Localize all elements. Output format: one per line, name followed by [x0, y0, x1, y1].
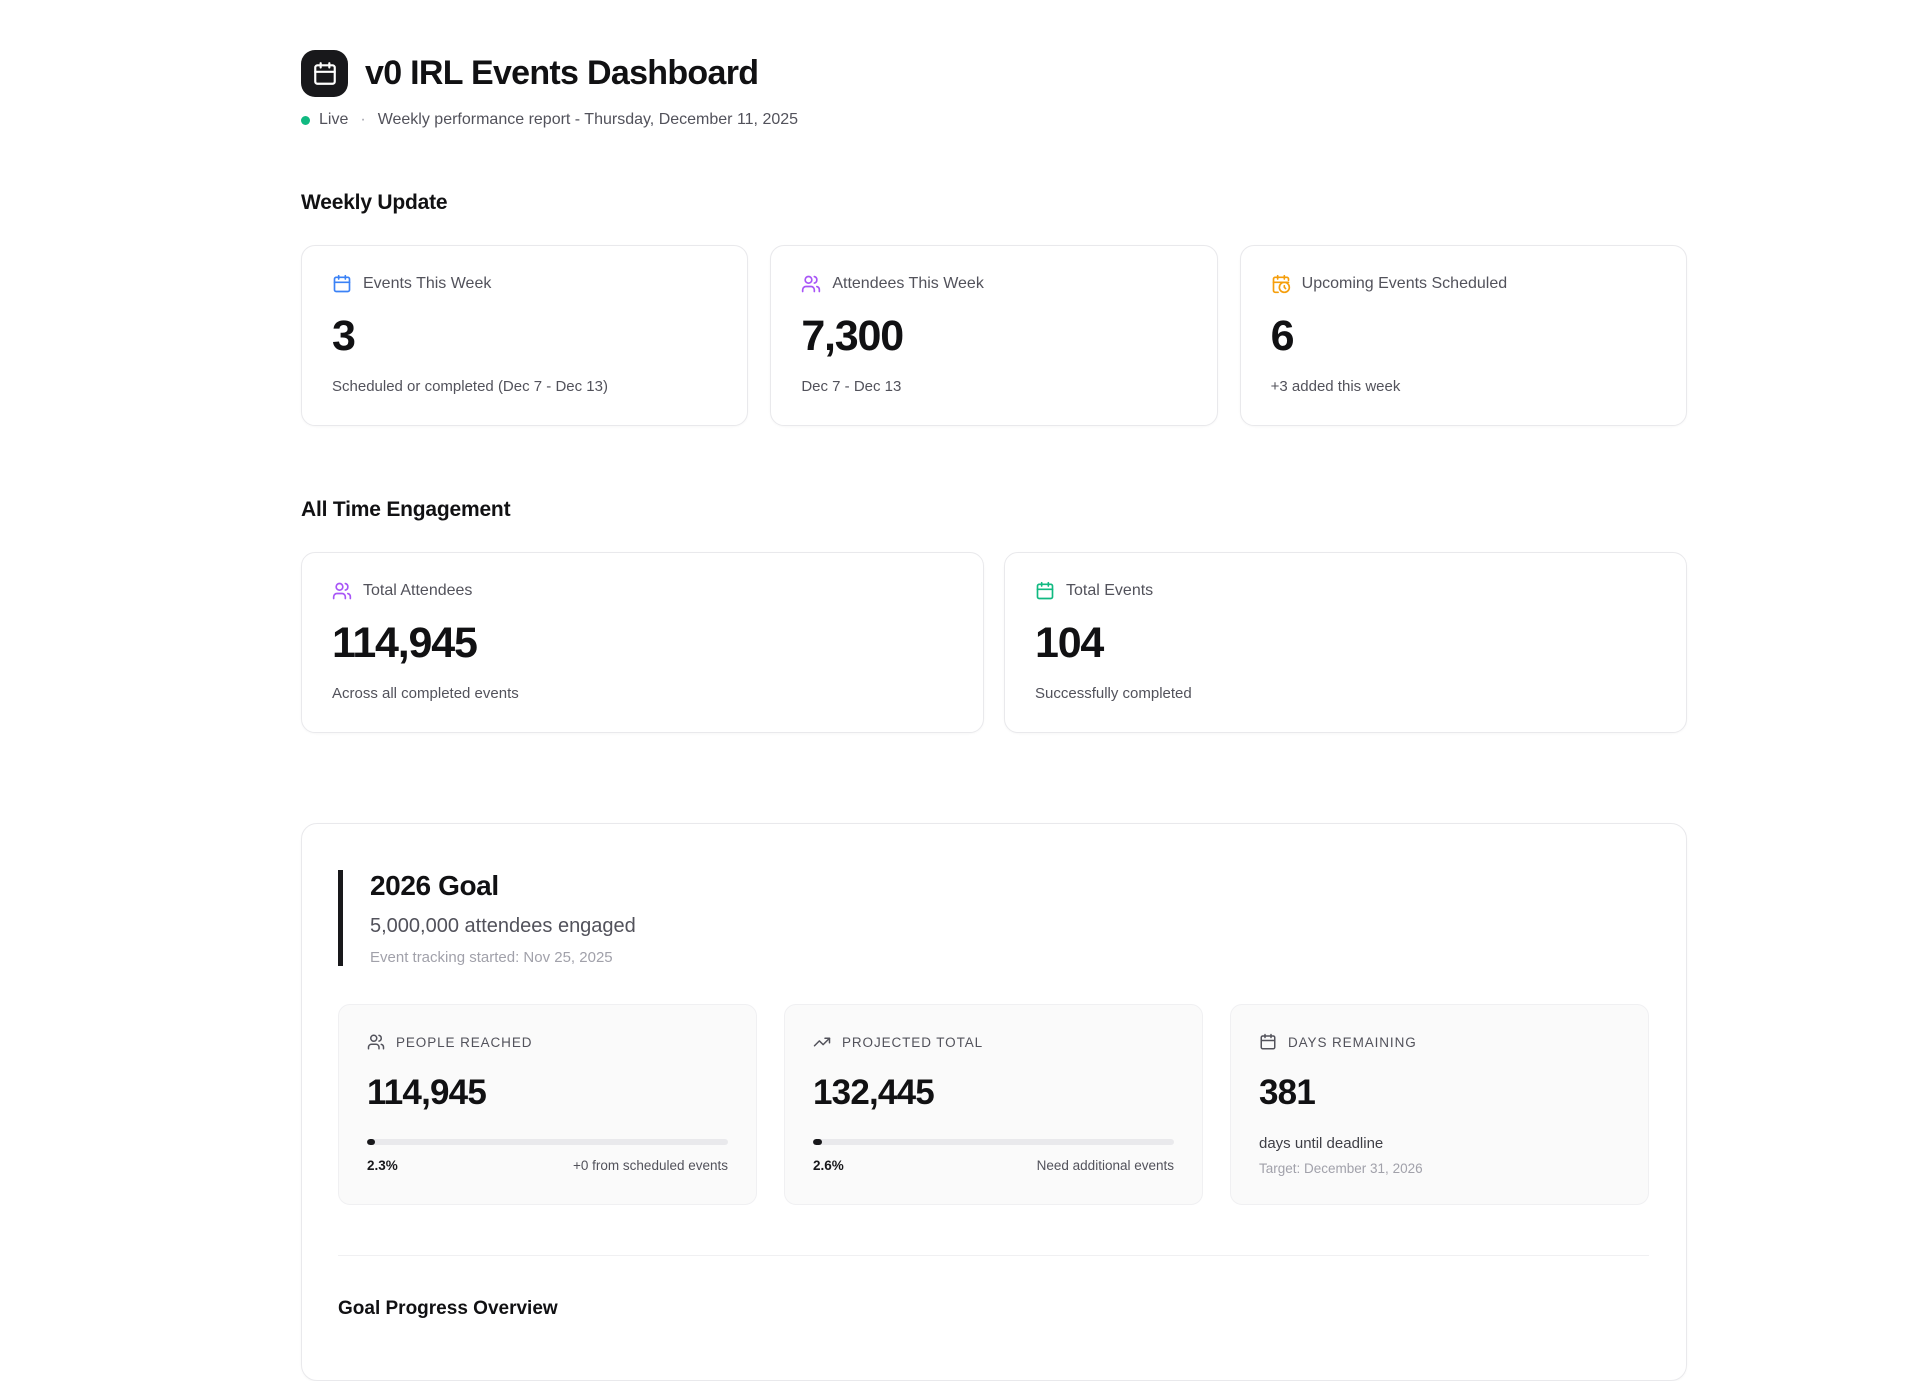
all-time-cards-grid: Total Attendees 114,945 Across all compl… — [301, 552, 1687, 733]
metric-label-row: PEOPLE REACHED — [367, 1033, 728, 1051]
status-line: Live · Weekly performance report - Thurs… — [301, 111, 1687, 129]
trending-up-icon — [813, 1033, 831, 1051]
stat-card-attendees-this-week: Attendees This Week 7,300 Dec 7 - Dec 13 — [770, 245, 1217, 426]
card-label-row: Total Events — [1035, 581, 1656, 601]
progress-fill — [813, 1139, 822, 1145]
card-subtext: Across all completed events — [332, 685, 953, 702]
progress-fill — [367, 1139, 375, 1145]
metric-label-row: PROJECTED TOTAL — [813, 1033, 1174, 1051]
calendar-icon — [1035, 581, 1055, 601]
progress-bar — [367, 1139, 728, 1145]
page-title: v0 IRL Events Dashboard — [365, 54, 758, 93]
card-label-row: Total Attendees — [332, 581, 953, 601]
card-label-row: Attendees This Week — [801, 274, 1186, 294]
card-value: 7,300 — [801, 312, 1186, 361]
users-icon — [367, 1033, 385, 1051]
progress-note: Need additional events — [1037, 1158, 1174, 1173]
live-status-dot — [301, 116, 310, 125]
metric-card-days-remaining: DAYS REMAINING 381 days until deadline T… — [1230, 1004, 1649, 1205]
metric-value: 132,445 — [813, 1073, 1174, 1113]
card-label: Events This Week — [363, 275, 491, 293]
metric-label: PEOPLE REACHED — [396, 1035, 532, 1050]
metric-label-row: DAYS REMAINING — [1259, 1033, 1620, 1051]
card-subtext: Scheduled or completed (Dec 7 - Dec 13) — [332, 378, 717, 395]
card-label: Total Events — [1066, 582, 1153, 600]
stat-card-events-this-week: Events This Week 3 Scheduled or complete… — [301, 245, 748, 426]
goal-divider — [338, 1255, 1649, 1256]
app-header: v0 IRL Events Dashboard — [301, 50, 1687, 97]
calendar-icon — [332, 274, 352, 294]
goal-title: 2026 Goal — [370, 870, 1649, 902]
section-weekly-update: Weekly Update Events This Week 3 Schedul… — [301, 191, 1687, 426]
progress-row: 2.3% +0 from scheduled events — [367, 1158, 728, 1173]
calendar-icon — [1259, 1033, 1277, 1051]
goal-tracking-line: Event tracking started: Nov 25, 2025 — [370, 949, 1649, 966]
metric-label: DAYS REMAINING — [1288, 1035, 1417, 1050]
metric-card-people-reached: PEOPLE REACHED 114,945 2.3% +0 from sche… — [338, 1004, 757, 1205]
card-label-row: Events This Week — [332, 274, 717, 294]
progress-percent-label: 2.3% — [367, 1158, 398, 1173]
calendar-icon — [312, 61, 338, 87]
goal-header: 2026 Goal 5,000,000 attendees engaged Ev… — [338, 870, 1649, 966]
live-status-label: Live — [319, 111, 348, 129]
metric-subtext: days until deadline — [1259, 1135, 1620, 1152]
card-value: 6 — [1271, 312, 1656, 361]
stat-card-total-events: Total Events 104 Successfully completed — [1004, 552, 1687, 733]
goal-target-line: 5,000,000 attendees engaged — [370, 915, 1649, 938]
card-value: 104 — [1035, 619, 1656, 668]
users-icon — [332, 581, 352, 601]
goal-card-2026: 2026 Goal 5,000,000 attendees engaged Ev… — [301, 823, 1687, 1381]
stat-card-upcoming-events: Upcoming Events Scheduled 6 +3 added thi… — [1240, 245, 1687, 426]
progress-bar — [813, 1139, 1174, 1145]
separator-dot: · — [357, 111, 368, 129]
report-subtitle: Weekly performance report - Thursday, De… — [378, 111, 798, 129]
goal-metrics-grid: PEOPLE REACHED 114,945 2.3% +0 from sche… — [338, 1004, 1649, 1205]
app-logo — [301, 50, 348, 97]
goal-progress-overview-heading: Goal Progress Overview — [338, 1298, 1649, 1320]
stat-card-total-attendees: Total Attendees 114,945 Across all compl… — [301, 552, 984, 733]
weekly-cards-grid: Events This Week 3 Scheduled or complete… — [301, 245, 1687, 426]
card-label: Upcoming Events Scheduled — [1302, 275, 1507, 293]
metric-target-note: Target: December 31, 2026 — [1259, 1161, 1620, 1176]
card-label-row: Upcoming Events Scheduled — [1271, 274, 1656, 294]
metric-value: 114,945 — [367, 1073, 728, 1113]
card-value: 114,945 — [332, 619, 953, 668]
dashboard-page: v0 IRL Events Dashboard Live · Weekly pe… — [301, 0, 1687, 1381]
progress-note: +0 from scheduled events — [573, 1158, 728, 1173]
calendar-clock-icon — [1271, 274, 1291, 294]
card-label: Total Attendees — [363, 582, 472, 600]
card-label: Attendees This Week — [832, 275, 984, 293]
card-subtext: +3 added this week — [1271, 378, 1656, 395]
metric-card-projected-total: PROJECTED TOTAL 132,445 2.6% Need additi… — [784, 1004, 1203, 1205]
progress-percent-label: 2.6% — [813, 1158, 844, 1173]
users-icon — [801, 274, 821, 294]
card-value: 3 — [332, 312, 717, 361]
all-time-heading: All Time Engagement — [301, 498, 1687, 522]
progress-row: 2.6% Need additional events — [813, 1158, 1174, 1173]
metric-value: 381 — [1259, 1073, 1620, 1113]
section-all-time-engagement: All Time Engagement Total Attendees 114,… — [301, 498, 1687, 733]
card-subtext: Successfully completed — [1035, 685, 1656, 702]
card-subtext: Dec 7 - Dec 13 — [801, 378, 1186, 395]
weekly-update-heading: Weekly Update — [301, 191, 1687, 215]
metric-label: PROJECTED TOTAL — [842, 1035, 983, 1050]
